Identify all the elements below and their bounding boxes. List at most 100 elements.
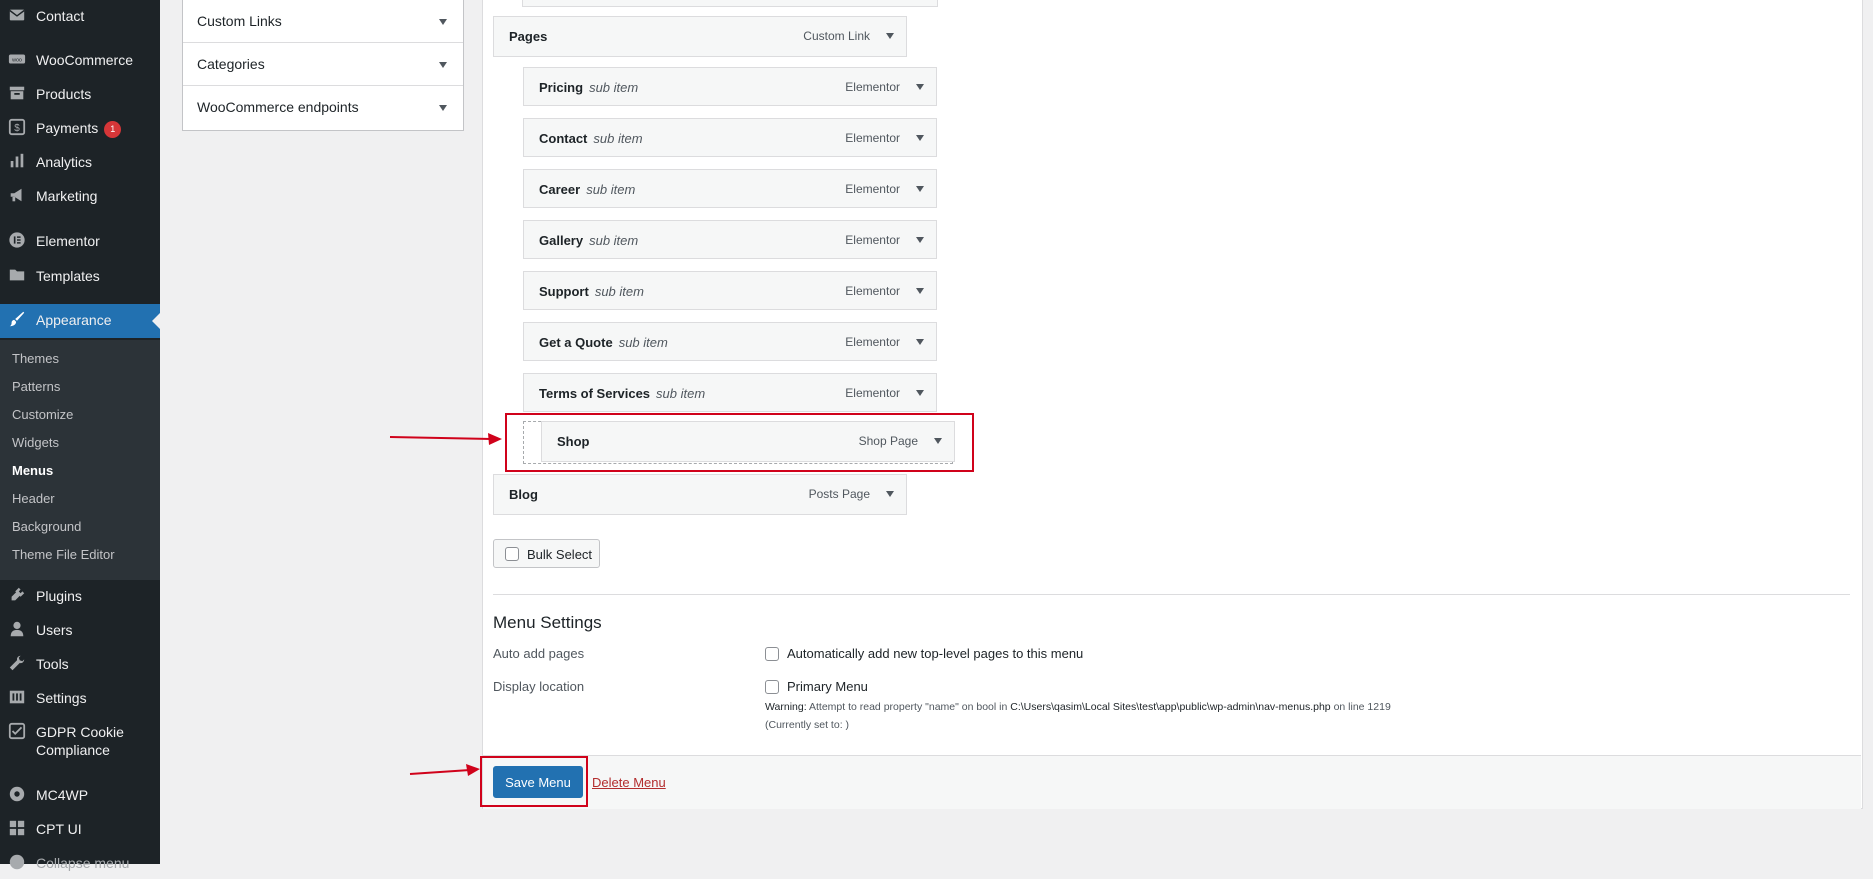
accordion-categories[interactable]: Categories bbox=[183, 43, 463, 86]
caret-down-icon[interactable] bbox=[916, 237, 924, 243]
menu-item-terms-of-services[interactable]: Terms of Services sub item Elementor bbox=[523, 373, 937, 412]
auto-add-pages-checkbox[interactable] bbox=[765, 647, 779, 661]
menu-item-pricing[interactable]: Pricing sub item Elementor bbox=[523, 67, 937, 106]
menu-item-get-a-quote[interactable]: Get a Quote sub item Elementor bbox=[523, 322, 937, 361]
sidebar-item-appearance[interactable]: Appearance bbox=[0, 304, 160, 338]
submenu-patterns[interactable]: Patterns bbox=[12, 379, 60, 394]
notification-badge: 1 bbox=[104, 121, 122, 138]
accordion-title: WooCommerce endpoints bbox=[197, 99, 359, 115]
menu-item-title: Contact bbox=[539, 131, 588, 146]
sidebar-item-label: Appearance bbox=[36, 312, 112, 328]
elementor-icon bbox=[8, 231, 26, 249]
sidebar-item-label: GDPR Cookie bbox=[36, 724, 124, 740]
sidebar-item-marketing[interactable]: Marketing bbox=[0, 180, 160, 212]
sub-item-label: sub item bbox=[618, 335, 668, 350]
menu-item-gallery[interactable]: Gallery sub item Elementor bbox=[523, 220, 937, 259]
menu-item-contact[interactable]: Contact sub item Elementor bbox=[523, 118, 937, 157]
menu-settings-title: Menu Settings bbox=[493, 613, 602, 632]
menu-item-title: Career bbox=[539, 182, 581, 197]
archive-icon bbox=[8, 84, 26, 102]
annotation-arrow-save bbox=[409, 764, 480, 776]
menu-item-type: Custom Link bbox=[803, 29, 870, 43]
annotation-highlight-shop bbox=[505, 413, 974, 472]
sidebar-item-elementor[interactable]: Elementor bbox=[0, 225, 160, 257]
annotation-highlight-save bbox=[480, 756, 588, 807]
dollar-icon: $ bbox=[8, 118, 26, 136]
currently-set-note: (Currently set to: ) bbox=[765, 719, 850, 731]
menu-footer bbox=[483, 755, 1861, 809]
sidebar-item-collapse-menu[interactable]: Collapse menu bbox=[0, 847, 160, 879]
collapse-icon bbox=[8, 853, 26, 871]
menu-item-type: Elementor bbox=[845, 80, 900, 94]
caret-down-icon[interactable] bbox=[886, 491, 894, 497]
appearance-submenu: Themes Patterns Customize Widgets Menus … bbox=[0, 340, 160, 580]
menu-item-title: Support bbox=[539, 284, 589, 299]
grid-icon bbox=[8, 819, 26, 837]
menu-item-support[interactable]: Support sub item Elementor bbox=[523, 271, 937, 310]
menu-item-type: Elementor bbox=[845, 233, 900, 247]
sidebar-item-plugins[interactable]: Plugins bbox=[0, 580, 160, 612]
menu-item-type: Elementor bbox=[845, 335, 900, 349]
sidebar-item-label-line2: Compliance bbox=[36, 742, 110, 758]
auto-add-pages-text: Automatically add new top-level pages to… bbox=[787, 646, 1084, 661]
bulk-select-toggle[interactable]: Bulk Select bbox=[493, 539, 600, 568]
bulk-select-label: Bulk Select bbox=[527, 547, 593, 562]
submenu-background[interactable]: Background bbox=[12, 519, 81, 534]
sidebar-item-cpt-ui[interactable]: CPT UI bbox=[0, 813, 160, 845]
caret-down-icon[interactable] bbox=[916, 84, 924, 90]
submenu-theme-file-editor[interactable]: Theme File Editor bbox=[12, 547, 115, 562]
menu-item-blog[interactable]: Blog Posts Page bbox=[493, 474, 907, 515]
sidebar-item-contact[interactable]: Contact bbox=[0, 0, 160, 32]
accordion-custom-links[interactable]: Custom Links bbox=[183, 0, 463, 43]
sidebar-item-label: Marketing bbox=[36, 188, 98, 204]
submenu-themes[interactable]: Themes bbox=[12, 351, 59, 366]
submenu-header[interactable]: Header bbox=[12, 491, 55, 506]
sidebar-item-label: Collapse menu bbox=[36, 855, 130, 871]
primary-menu-checkbox[interactable] bbox=[765, 680, 779, 694]
sub-item-label: sub item bbox=[594, 284, 644, 299]
menu-item-type: Posts Page bbox=[808, 487, 870, 501]
caret-down-icon[interactable] bbox=[916, 339, 924, 345]
sidebar-item-settings[interactable]: Settings bbox=[0, 682, 160, 714]
caret-down-icon[interactable] bbox=[886, 33, 894, 39]
auto-add-pages-option[interactable]: Automatically add new top-level pages to… bbox=[765, 646, 1083, 661]
menu-item-title: Pages bbox=[509, 29, 548, 44]
sidebar-item-label: Products bbox=[36, 86, 92, 102]
svg-text:woo: woo bbox=[11, 57, 22, 63]
sub-item-label: sub item bbox=[593, 131, 643, 146]
sidebar-item-label: CPT UI bbox=[36, 821, 82, 837]
caret-down-icon[interactable] bbox=[916, 135, 924, 141]
sidebar-item-payments[interactable]: $ Payments 1 bbox=[0, 112, 160, 144]
mail-icon bbox=[8, 6, 26, 24]
submenu-menus[interactable]: Menus bbox=[12, 463, 53, 478]
submenu-widgets[interactable]: Widgets bbox=[12, 435, 59, 450]
menu-item-pages[interactable]: Pages Custom Link bbox=[493, 16, 907, 57]
sidebar-item-label: Settings bbox=[36, 690, 87, 706]
primary-menu-option[interactable]: Primary Menu bbox=[765, 679, 868, 694]
admin-sidebar: Contact woo WooCommerce Products $ Payme… bbox=[0, 0, 160, 871]
submenu-customize[interactable]: Customize bbox=[12, 407, 73, 422]
caret-down-icon[interactable] bbox=[916, 186, 924, 192]
delete-menu-link[interactable]: Delete Menu bbox=[592, 775, 666, 790]
annotation-arrow-shop bbox=[389, 433, 502, 445]
sidebar-item-analytics[interactable]: Analytics bbox=[0, 146, 160, 178]
caret-down-icon[interactable] bbox=[916, 390, 924, 396]
sidebar-item-products[interactable]: Products bbox=[0, 78, 160, 110]
auto-add-pages-label: Auto add pages bbox=[493, 646, 585, 661]
caret-down-icon[interactable] bbox=[916, 288, 924, 294]
sliders-icon bbox=[8, 688, 26, 706]
sidebar-item-tools[interactable]: Tools bbox=[0, 648, 160, 680]
sidebar-item-mc4wp[interactable]: MC4WP bbox=[0, 779, 160, 811]
accordion-woocommerce-endpoints[interactable]: WooCommerce endpoints bbox=[183, 86, 463, 128]
add-menu-items-panel: Custom Links Categories WooCommerce endp… bbox=[182, 0, 464, 131]
bulk-select-checkbox[interactable] bbox=[505, 547, 519, 561]
sidebar-item-label: WooCommerce bbox=[36, 52, 133, 68]
sidebar-item-users[interactable]: Users bbox=[0, 614, 160, 646]
sidebar-item-templates[interactable]: Templates bbox=[0, 260, 160, 292]
sidebar-item-label: Contact bbox=[36, 8, 85, 24]
sidebar-item-woocommerce[interactable]: woo WooCommerce bbox=[0, 44, 160, 76]
menu-item-career[interactable]: Career sub item Elementor bbox=[523, 169, 937, 208]
mc4wp-icon bbox=[8, 785, 26, 803]
sidebar-item-label: Analytics bbox=[36, 154, 93, 170]
sidebar-item-gdpr-cookie-compliance[interactable]: GDPR Cookie Compliance bbox=[0, 716, 160, 760]
